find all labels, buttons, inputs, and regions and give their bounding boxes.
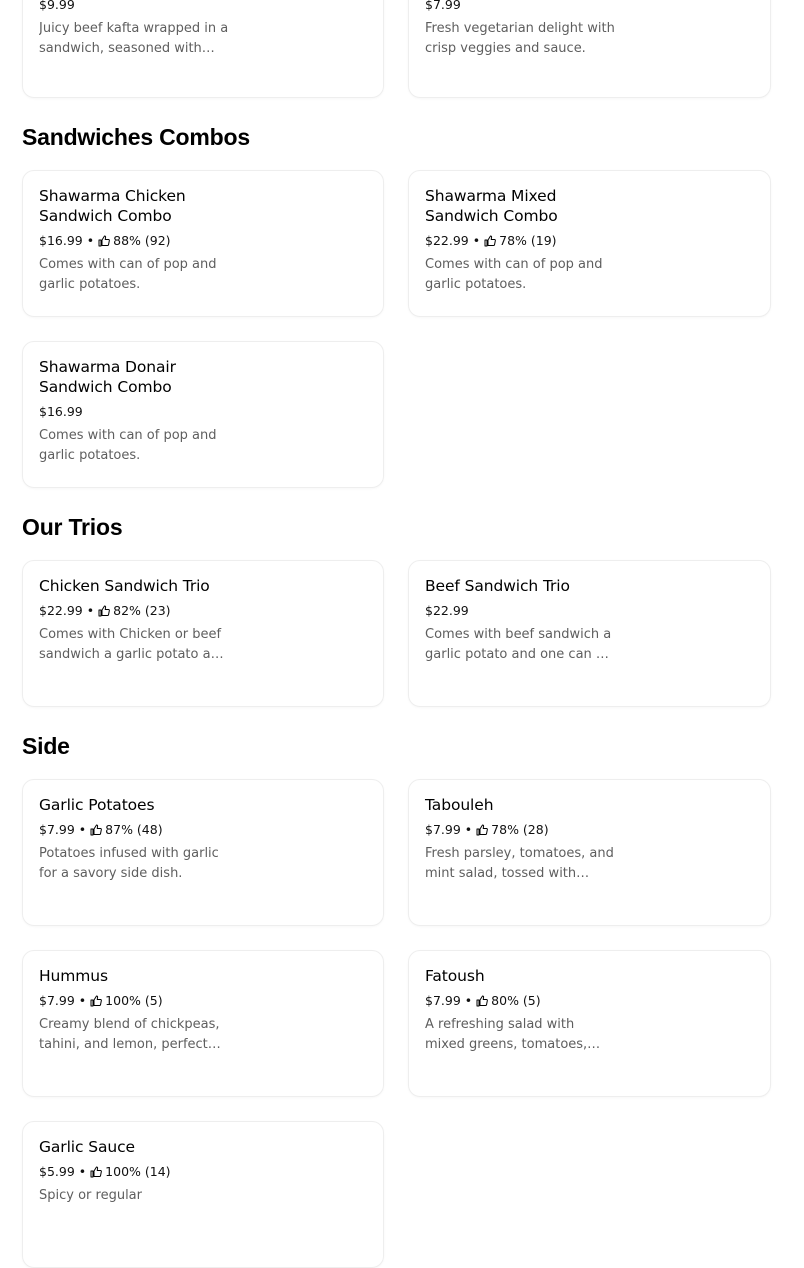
item-rating: 88% (92)	[113, 233, 171, 248]
item-description: Comes with can of pop and garlic potatoe…	[39, 428, 217, 463]
separator-dot: •	[86, 233, 95, 248]
separator-dot: •	[464, 993, 473, 1008]
separator-dot: •	[78, 993, 87, 1008]
separator-dot: •	[78, 1164, 87, 1179]
item-name: Hummus	[39, 967, 108, 985]
separator-dot: •	[86, 603, 95, 618]
item-description: Spicy or regular	[39, 1188, 142, 1203]
item-meta: $7.99 • 80% (5)	[425, 991, 625, 1011]
item-rating: 82% (23)	[113, 603, 171, 618]
item-meta: $9.99	[39, 0, 239, 15]
item-rating: 80% (5)	[491, 993, 541, 1008]
menu-item-card[interactable]: Garlic Potatoes $7.99 • 87% (48) Potatoe…	[22, 779, 384, 926]
section-title-side: Side	[22, 733, 70, 759]
item-meta: $22.99	[425, 601, 625, 621]
menu-page: $9.99 Juicy beef kafta wrapped in a sand…	[0, 0, 804, 1268]
item-name: Shawarma Donair Sandwich Combo	[39, 358, 176, 396]
item-rating: 87% (48)	[105, 822, 163, 837]
item-rating: 78% (19)	[499, 233, 557, 248]
item-name: Fatoush	[425, 967, 485, 985]
item-meta: $22.99 • 78% (19)	[425, 231, 625, 251]
item-name: Beef Sandwich Trio	[425, 577, 570, 595]
item-description: Comes with can of pop and garlic potatoe…	[425, 257, 603, 292]
menu-item-card[interactable]: Shawarma Donair Sandwich Combo $16.99 Co…	[22, 341, 384, 488]
thumbs-up-icon	[90, 824, 103, 836]
item-meta: $7.99 • 78% (28)	[425, 820, 625, 840]
item-description: Potatoes infused with garlic for a savor…	[39, 846, 219, 881]
item-price: $7.99	[425, 993, 461, 1008]
item-name: Shawarma Chicken Sandwich Combo	[39, 187, 186, 225]
item-description: Fresh parsley, tomatoes, and mint salad,…	[425, 846, 614, 881]
thumbs-up-icon	[90, 1166, 103, 1178]
section-title-sandwiches-combos: Sandwiches Combos	[22, 124, 250, 150]
item-description: Fresh vegetarian delight with crisp vegg…	[425, 21, 615, 56]
item-price: $7.99	[425, 822, 461, 837]
item-price: $7.99	[425, 0, 461, 12]
menu-item-card[interactable]: Shawarma Mixed Sandwich Combo $22.99 • 7…	[408, 170, 771, 317]
thumbs-up-icon	[484, 235, 496, 247]
item-meta: $16.99	[39, 402, 239, 422]
separator-dot: •	[78, 822, 87, 837]
item-description: Comes with Chicken or beef sandwich a ga…	[39, 627, 228, 662]
item-meta: $5.99 • 100% (14)	[39, 1162, 239, 1182]
item-meta: $7.99 • 100% (5)	[39, 991, 239, 1011]
thumbs-up-icon	[98, 235, 110, 247]
section-title-our-trios: Our Trios	[22, 514, 123, 540]
item-price: $16.99	[39, 233, 83, 248]
item-name: Shawarma Mixed Sandwich Combo	[425, 187, 558, 225]
item-price: $5.99	[39, 1164, 75, 1179]
menu-item-card[interactable]: Hummus $7.99 • 100% (5) Creamy blend of …	[22, 950, 384, 1097]
thumbs-up-icon	[476, 995, 489, 1007]
item-price: $16.99	[39, 404, 83, 419]
thumbs-up-icon	[476, 824, 489, 836]
item-meta: $16.99 • 88% (92)	[39, 231, 239, 251]
menu-item-card[interactable]: Beef Sandwich Trio $22.99 Comes with bee…	[408, 560, 771, 707]
separator-dot: •	[472, 233, 481, 248]
separator-dot: •	[464, 822, 473, 837]
item-rating: 100% (14)	[105, 1164, 171, 1179]
item-description: Comes with can of pop and garlic potatoe…	[39, 257, 217, 292]
item-rating: 100% (5)	[105, 993, 163, 1008]
item-price: $22.99	[425, 603, 469, 618]
item-price: $22.99	[425, 233, 469, 248]
item-price: $7.99	[39, 993, 75, 1008]
item-rating: 78% (28)	[491, 822, 549, 837]
thumbs-up-icon	[98, 605, 110, 617]
item-price: $22.99	[39, 603, 83, 618]
menu-item-card[interactable]: Chicken Sandwich Trio $22.99 • 82% (23) …	[22, 560, 384, 707]
item-name: Chicken Sandwich Trio	[39, 577, 210, 595]
menu-item-card-partial-right[interactable]: $7.99 Fresh vegetarian delight with cris…	[408, 0, 771, 98]
item-meta: $22.99 • 82% (23)	[39, 601, 239, 621]
item-name: Garlic Potatoes	[39, 796, 155, 814]
item-description: Creamy blend of chickpeas, tahini, and l…	[39, 1017, 220, 1052]
thumbs-up-icon	[90, 995, 103, 1007]
item-meta: $7.99	[425, 0, 625, 15]
item-name: Tabouleh	[425, 796, 494, 814]
item-description: A refreshing salad with mixed greens, to…	[425, 1017, 588, 1052]
item-description: Comes with beef sandwich a garlic potato…	[425, 627, 612, 662]
item-price: $9.99	[39, 0, 75, 12]
item-description: Juicy beef kafta wrapped in a sandwich, …	[39, 21, 229, 56]
menu-item-card[interactable]: Tabouleh $7.99 • 78% (28) Fresh parsley,…	[408, 779, 771, 926]
item-name: Garlic Sauce	[39, 1138, 135, 1156]
menu-item-card[interactable]: Shawarma Chicken Sandwich Combo $16.99 •…	[22, 170, 384, 317]
item-price: $7.99	[39, 822, 75, 837]
menu-item-card[interactable]: Fatoush $7.99 • 80% (5) A refreshing sal…	[408, 950, 771, 1097]
item-meta: $7.99 • 87% (48)	[39, 820, 239, 840]
menu-item-card-partial-left[interactable]: $9.99 Juicy beef kafta wrapped in a sand…	[22, 0, 384, 98]
menu-item-card[interactable]: Garlic Sauce $5.99 • 100% (14) Spicy or …	[22, 1121, 384, 1268]
